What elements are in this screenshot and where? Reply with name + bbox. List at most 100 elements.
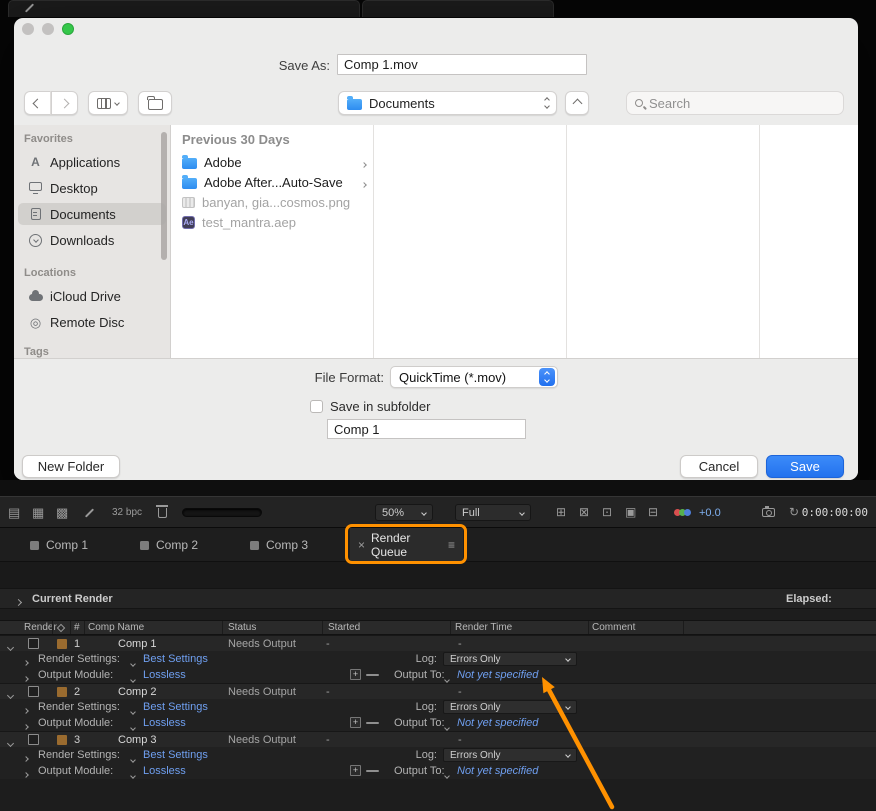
render-settings-link[interactable]: Best Settings [143,651,208,667]
resolution-dropdown[interactable]: Full [455,504,531,521]
elapsed-label: Elapsed: [786,593,832,605]
close-tab-icon[interactable]: × [358,538,365,552]
view-mode-button[interactable] [88,91,128,115]
trash-icon[interactable] [156,505,168,518]
forward-button[interactable] [51,91,78,115]
new-folder-toolbar-button[interactable] [138,91,172,115]
render-checkbox[interactable] [28,734,39,745]
list-item-auto-save[interactable]: Adobe After...Auto-Save [171,172,373,192]
mini-flowchart-icon[interactable]: ▤ [8,505,20,520]
chevron-down-icon[interactable] [444,769,450,781]
render-checkbox[interactable] [28,686,39,697]
pen-tool-icon[interactable] [84,508,95,518]
transparency-grid-icon[interactable]: ▩ [56,505,68,520]
expand-chevron-icon[interactable] [23,768,29,780]
label-color-swatch[interactable] [57,687,67,697]
list-item-test-mantra[interactable]: Ae test_mantra.aep [171,212,373,232]
chevron-down-icon [421,509,427,516]
save-in-subfolder-checkbox[interactable] [310,400,323,413]
comp-icon [30,540,39,550]
disclosure-chevron-icon[interactable] [14,596,23,608]
save-button[interactable]: Save [766,455,844,478]
log-dropdown[interactable]: Errors Only [443,700,577,714]
region-of-interest-icon[interactable]: ⊡ [602,505,612,519]
chevron-right-icon [361,155,367,170]
list-item-adobe[interactable]: Adobe [171,152,373,172]
browser-column [760,125,858,358]
mask-visibility-icon[interactable]: ⊠ [579,505,589,519]
back-button[interactable] [24,91,51,115]
render-item-row[interactable]: 3 Comp 3 Needs Output - - [0,731,876,748]
sidebar-item-applications[interactable]: A Applications [18,151,166,173]
render-item-row[interactable]: 1 Comp 1 Needs Output - - [0,635,876,652]
log-dropdown[interactable]: Errors Only [443,748,577,762]
render-settings-link[interactable]: Best Settings [143,747,208,763]
sidebar-item-downloads[interactable]: Downloads [18,229,166,251]
remove-output-module-button[interactable] [366,722,379,724]
list-item-banyan-png[interactable]: banyan, gia...cosmos.png [171,192,373,212]
zoom-dropdown[interactable]: 50% [375,504,433,521]
guides-icon[interactable]: ▣ [625,505,636,519]
render-settings-link[interactable]: Best Settings [143,699,208,715]
output-module-link[interactable]: Lossless [143,667,186,683]
add-output-module-button[interactable]: + [350,765,361,776]
sidebar-scrollbar[interactable] [161,132,167,260]
timecode[interactable]: 0:00:00:00 [802,506,868,519]
column-comp-name[interactable]: Comp Name [88,622,144,633]
new-folder-button[interactable]: New Folder [22,455,120,478]
tab-comp-2[interactable]: Comp 2 [130,528,208,562]
remove-output-module-button[interactable] [366,674,379,676]
choose-grid-icon[interactable]: ⊞ [556,505,566,519]
chevron-down-icon[interactable] [130,769,136,781]
output-to-link[interactable]: Not yet specified [457,763,538,779]
render-checkbox[interactable] [28,638,39,649]
panel-divider [0,480,876,497]
close-window-button[interactable] [22,23,34,35]
exposure-value[interactable]: +0.0 [699,507,721,519]
render-item-row[interactable]: 2 Comp 2 Needs Output - - [0,683,876,700]
snapshot-camera-icon[interactable] [762,505,775,517]
output-to-link[interactable]: Not yet specified [457,715,538,731]
sidebar-item-documents[interactable]: Documents [18,203,166,225]
remove-output-module-button[interactable] [366,770,379,772]
search-input[interactable] [649,95,819,111]
minimize-window-button[interactable] [42,23,54,35]
output-module-link[interactable]: Lossless [143,715,186,731]
background-panel [8,0,360,17]
tab-comp-1[interactable]: Comp 1 [20,528,98,562]
location-dropdown[interactable]: Documents [338,91,557,115]
channel-icon[interactable] [674,509,691,516]
panel-menu-icon[interactable]: ≡ [448,538,455,552]
snapshot-grid-icon[interactable]: ▦ [32,505,44,520]
label-color-icon[interactable] [56,623,66,632]
sidebar-item-desktop[interactable]: Desktop [18,177,166,199]
bit-depth-label[interactable]: 32 bpc [112,507,142,518]
tab-comp-3[interactable]: Comp 3 [240,528,318,562]
log-dropdown[interactable]: Errors Only [443,652,577,666]
subfolder-name-input[interactable] [327,419,526,439]
output-to-link[interactable]: Not yet specified [457,667,538,683]
sidebar-item-icloud-drive[interactable]: iCloud Drive [18,285,166,307]
rulers-icon[interactable]: ⊟ [648,505,658,519]
label-color-swatch[interactable] [57,639,67,649]
add-output-module-button[interactable]: + [350,669,361,680]
zoom-window-button[interactable] [62,23,74,35]
add-output-module-button[interactable]: + [350,717,361,728]
column-render-time[interactable]: Render Time [455,622,512,633]
column-number[interactable]: # [74,622,80,633]
column-started[interactable]: Started [328,622,360,633]
column-comment[interactable]: Comment [592,622,635,633]
filename-input[interactable] [337,54,587,75]
cancel-button[interactable]: Cancel [680,455,758,478]
refresh-icon[interactable]: ↻ [789,505,799,519]
output-module-link[interactable]: Lossless [143,763,186,779]
tab-render-queue[interactable]: × Render Queue ≡ [350,528,463,562]
sidebar-item-remote-disc[interactable]: ◎ Remote Disc [18,311,166,333]
output-module-row: Output Module: Lossless + Output To: Not… [0,667,876,683]
column-status[interactable]: Status [228,622,256,633]
label-color-swatch[interactable] [57,735,67,745]
column-divider [588,621,589,634]
file-format-dropdown[interactable]: QuickTime (*.mov) [390,366,558,388]
parent-folder-button[interactable] [565,91,589,115]
search-field[interactable] [626,91,844,115]
